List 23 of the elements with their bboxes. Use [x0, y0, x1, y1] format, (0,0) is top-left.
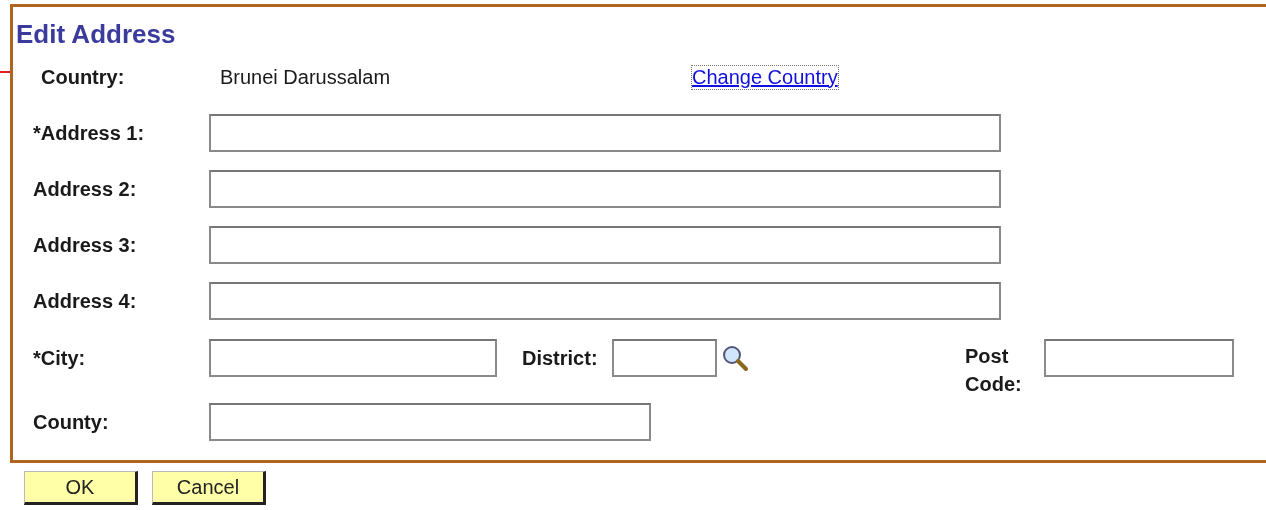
field-label: Post Code: [965, 344, 1023, 397]
field-label: Country: [41, 65, 126, 89]
field-label: Address 2: [33, 177, 138, 201]
address-field[interactable] [209, 226, 1001, 264]
field-label: Address 4: [33, 289, 138, 313]
field-label: *Address 1: [33, 121, 146, 145]
change-country-link[interactable]: Change Country [692, 65, 838, 89]
field-label: *City: [33, 346, 87, 370]
county-field[interactable] [209, 403, 651, 441]
ok-button[interactable]: OK [24, 471, 138, 505]
field-label: County: [33, 410, 110, 434]
city-field[interactable] [209, 339, 497, 377]
field-label: Address 3: [33, 233, 138, 257]
cancel-button[interactable]: Cancel [152, 471, 266, 505]
form-title: Edit Address [15, 18, 177, 49]
address-field[interactable] [209, 114, 1001, 152]
address-field[interactable] [209, 170, 1001, 208]
address-field[interactable] [209, 282, 1001, 320]
field-label: District: [522, 346, 599, 370]
search-icon[interactable] [721, 344, 749, 372]
district-field[interactable] [612, 339, 717, 377]
country-value: Brunei Darussalam [220, 65, 392, 89]
post-code-field[interactable] [1044, 339, 1234, 377]
